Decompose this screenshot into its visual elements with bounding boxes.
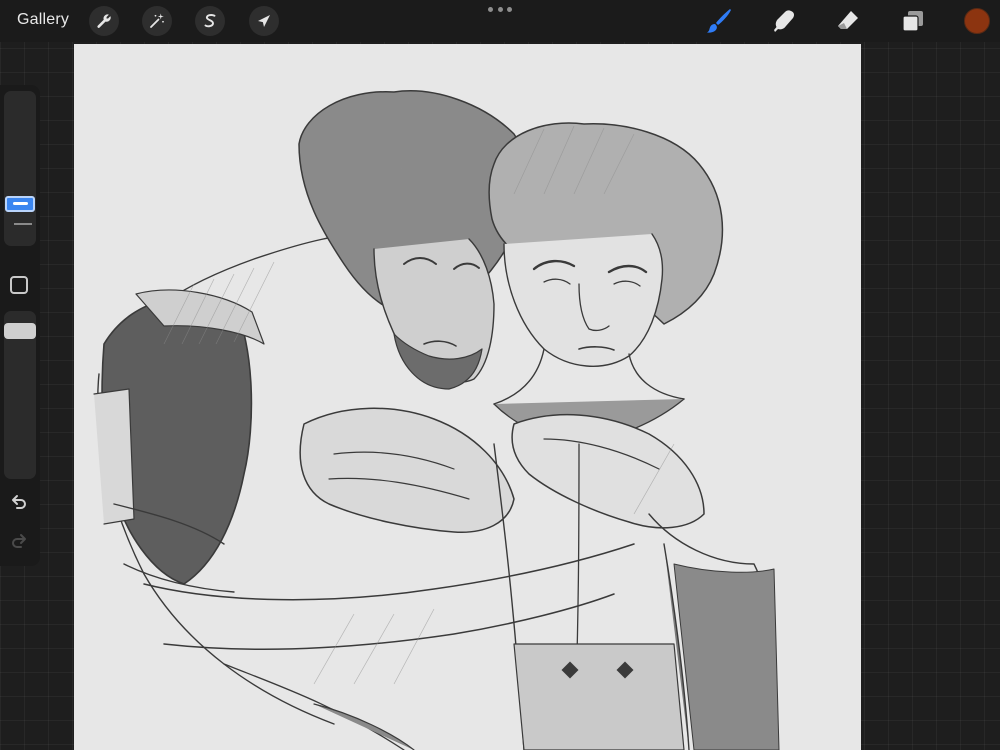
undo-button[interactable] xyxy=(8,491,30,513)
top-toolbar: Gallery xyxy=(0,0,1000,42)
current-color-swatch[interactable] xyxy=(964,8,990,34)
dot xyxy=(507,6,512,12)
more-options-ellipsis-icon[interactable] xyxy=(488,4,512,14)
brush-opacity-knob[interactable] xyxy=(4,323,36,339)
dot xyxy=(488,6,493,12)
brush-icon xyxy=(707,9,731,33)
undo-icon xyxy=(12,495,26,509)
brush-tool-button[interactable] xyxy=(704,6,734,36)
brush-size-tick xyxy=(14,223,32,225)
eraser-tool-button[interactable] xyxy=(833,6,863,36)
modify-button-square-modify-icon[interactable] xyxy=(10,276,28,294)
actions-button[interactable] xyxy=(89,6,119,36)
sidebar xyxy=(0,85,40,566)
arrow-cursor-icon xyxy=(258,15,270,27)
wrench-icon xyxy=(97,14,111,28)
layers-button[interactable] xyxy=(898,6,928,36)
redo-icon xyxy=(12,534,26,548)
adjustments-button[interactable] xyxy=(142,6,172,36)
transform-button[interactable] xyxy=(249,6,279,36)
smudge-tool-button[interactable] xyxy=(769,6,799,36)
magic-wand-icon xyxy=(150,13,164,28)
smudge-finger-icon xyxy=(774,10,795,32)
selection-button[interactable] xyxy=(195,6,225,36)
dot xyxy=(497,6,503,12)
brush-opacity-slider[interactable] xyxy=(4,311,36,479)
selection-s-icon xyxy=(204,14,216,28)
drawing-canvas[interactable] xyxy=(74,44,861,750)
brush-size-knob[interactable] xyxy=(5,196,35,212)
eraser-icon xyxy=(838,11,858,29)
redo-button[interactable] xyxy=(8,530,30,552)
layers-icon xyxy=(902,11,923,32)
brush-size-slider[interactable] xyxy=(4,91,36,246)
sketch-artwork xyxy=(93,90,780,750)
gallery-button[interactable]: Gallery xyxy=(17,11,69,29)
